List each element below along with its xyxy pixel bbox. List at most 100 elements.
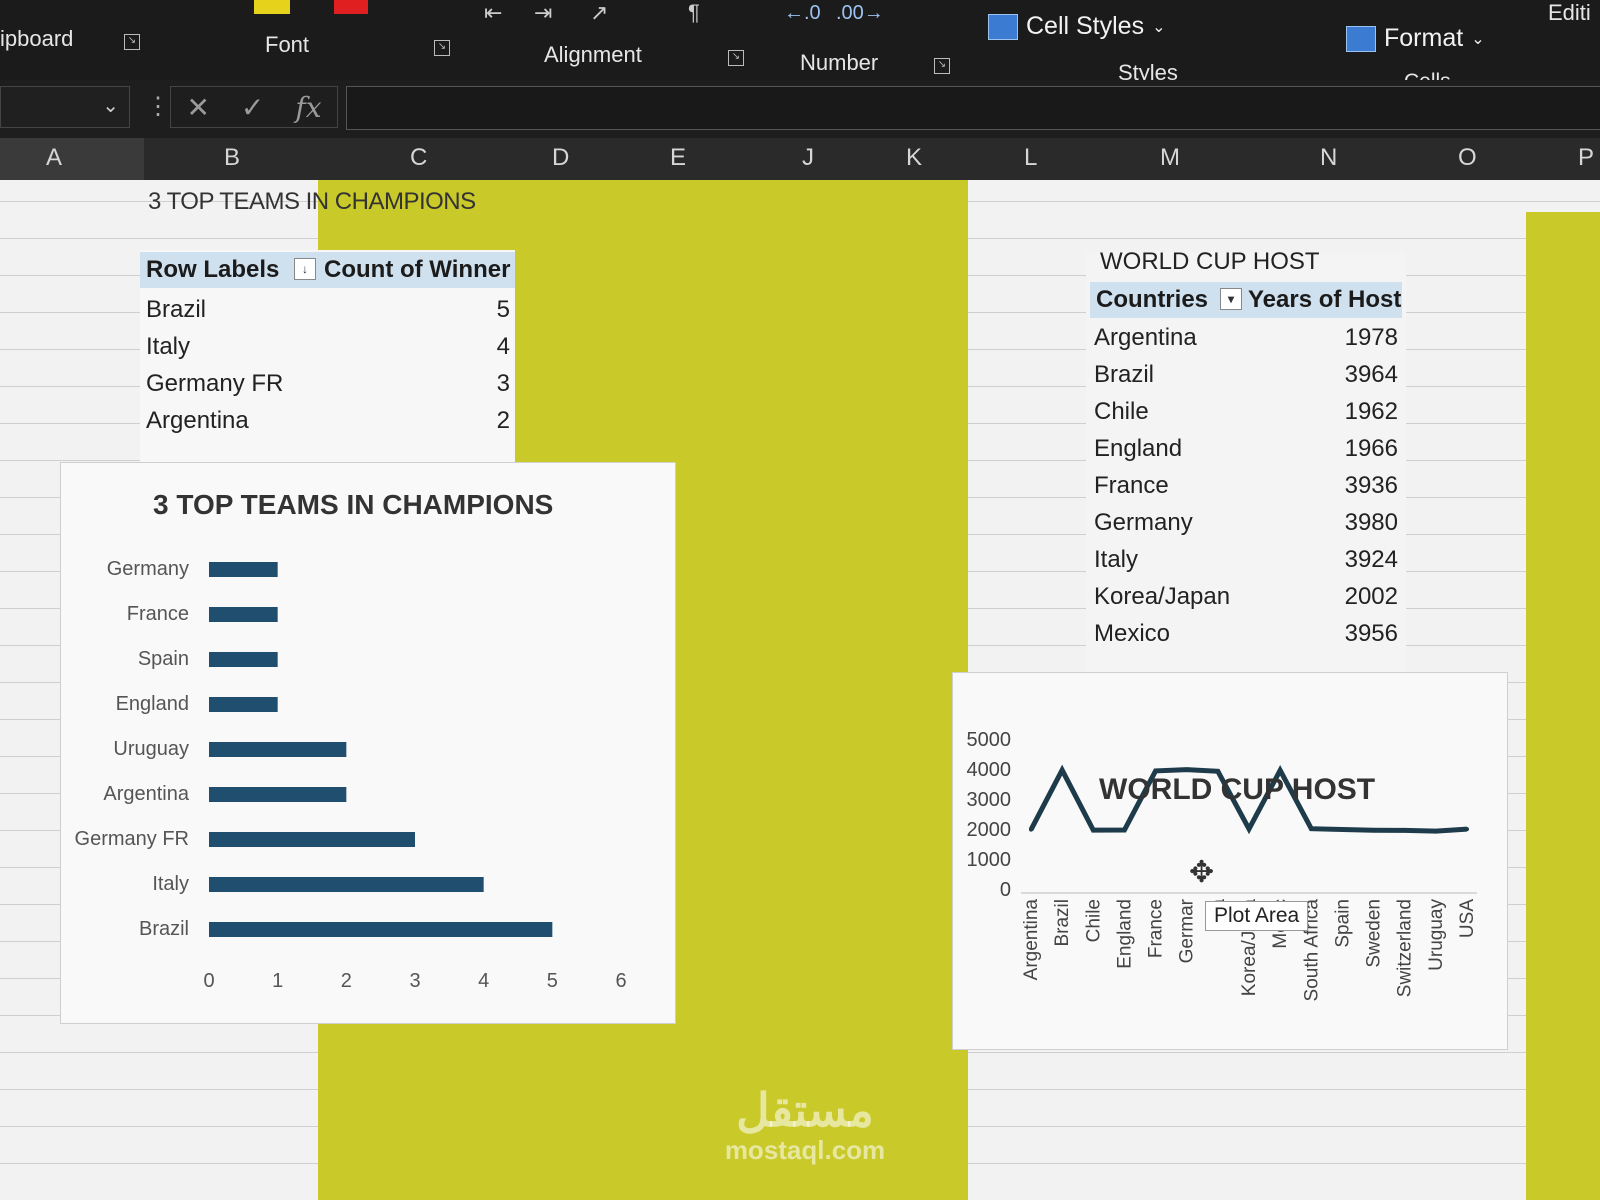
y-tick-label: 1000 [967, 849, 1012, 871]
column-header[interactable]: P [1578, 144, 1594, 172]
line-chart-world-cup-host[interactable]: 5000 4000 3000 2000 1000 0 Argentina Brazil Chil… [952, 672, 1508, 1050]
pivot-row-label[interactable]: England [1094, 435, 1182, 463]
column-header[interactable]: O [1458, 144, 1477, 172]
more-options-icon[interactable]: ⋮ [146, 92, 170, 121]
pivot-row-label[interactable]: Mexico [1094, 620, 1170, 648]
bar[interactable] [209, 922, 553, 937]
pivot-row-label[interactable]: Argentina [1094, 324, 1197, 352]
decrease-decimal-icon[interactable]: ←.0 [784, 2, 821, 25]
pivot-header-row: Countries ▾ Years of Host [1090, 282, 1402, 318]
x-category-label: Brazil [1052, 899, 1073, 947]
pivot-row-label[interactable]: Korea/Japan [1094, 583, 1230, 611]
x-category-label: Germar [1177, 898, 1198, 963]
data-point[interactable] [1465, 827, 1469, 832]
pivot-row-value[interactable]: 3936 [1318, 472, 1398, 500]
decrease-indent-icon[interactable]: ⇤ [484, 0, 502, 26]
bar[interactable] [209, 787, 347, 802]
y-tick-label: 5000 [967, 729, 1012, 751]
bar-chart-champions[interactable]: 3 TOP TEAMS IN CHAMPIONS Germany France Sp… [60, 462, 676, 1024]
pivot-row-value[interactable]: 3 [430, 370, 510, 398]
pivot-row-value[interactable]: 4 [430, 333, 510, 361]
orientation-icon[interactable]: ↗ [590, 0, 608, 26]
cell-styles-icon [988, 13, 1018, 40]
data-point[interactable] [1340, 827, 1345, 832]
move-cursor-icon: ✥ [1189, 856, 1215, 889]
clipboard-launcher-icon[interactable]: ↘ [124, 34, 140, 50]
x-category-label: France [1146, 899, 1167, 958]
column-header[interactable]: N [1320, 144, 1337, 172]
chevron-down-icon: ⌄ [1471, 30, 1485, 48]
pivot-row-label[interactable]: Chile [1094, 398, 1149, 426]
chevron-down-icon[interactable]: ⌄ [102, 93, 119, 118]
cancel-icon[interactable]: ✕ [186, 91, 209, 124]
alignment-launcher-icon[interactable]: ↘ [728, 50, 744, 66]
data-point[interactable] [1091, 828, 1096, 833]
data-point[interactable] [1433, 829, 1438, 834]
pivot-row-value[interactable]: 2002 [1318, 583, 1398, 611]
font-launcher-icon[interactable]: ↘ [434, 40, 450, 56]
bar[interactable] [209, 652, 278, 667]
group-font-label: Font [265, 32, 310, 57]
filter-dropdown-icon[interactable]: ↓ [294, 258, 316, 280]
pivot-row-label[interactable]: Italy [146, 333, 190, 361]
formula-input[interactable] [346, 86, 1600, 130]
pivot-row-value[interactable]: 3956 [1318, 620, 1398, 648]
bar[interactable] [209, 877, 484, 892]
bar[interactable] [209, 607, 278, 622]
column-header[interactable]: C [410, 144, 427, 172]
pivot-row-label[interactable]: Italy [1094, 546, 1138, 574]
number-launcher-icon[interactable]: ↘ [934, 58, 950, 74]
column-header[interactable]: M [1160, 144, 1180, 172]
format-button[interactable]: Format ⌄ [1346, 24, 1485, 53]
enter-icon[interactable]: ✓ [241, 91, 264, 124]
data-point[interactable] [1122, 828, 1127, 833]
pivot-row-value[interactable]: 3964 [1318, 361, 1398, 389]
cell-styles-button[interactable]: Cell Styles ⌄ [988, 12, 1166, 41]
data-point[interactable] [1060, 768, 1065, 773]
x-category-label: Argentina [1021, 899, 1042, 981]
text-direction-icon[interactable]: ¶ [688, 0, 700, 26]
pivot-row-value[interactable]: 1962 [1318, 398, 1398, 426]
pivot-row-value[interactable]: 3924 [1318, 546, 1398, 574]
highlight-color-icon[interactable] [254, 0, 290, 14]
column-header[interactable]: A [46, 144, 62, 172]
name-box[interactable]: ⌄ [0, 86, 130, 128]
bar[interactable] [209, 697, 278, 712]
font-color-icon[interactable] [334, 0, 368, 14]
pivot-row-label[interactable]: Brazil [146, 296, 206, 324]
data-point[interactable] [1247, 826, 1251, 831]
x-category-label: Chile [1083, 899, 1104, 942]
pivot-row-label[interactable]: Argentina [146, 407, 249, 435]
column-header[interactable]: E [670, 144, 686, 172]
bar[interactable] [209, 562, 278, 577]
column-header[interactable]: J [802, 144, 814, 172]
bar[interactable] [209, 742, 347, 757]
data-point[interactable] [1029, 827, 1033, 832]
pivot-row-label[interactable]: France [1094, 472, 1169, 500]
increase-indent-icon[interactable]: ⇥ [534, 0, 552, 26]
column-header[interactable]: L [1024, 144, 1037, 172]
pivot-row-label[interactable]: Germany FR [146, 370, 283, 398]
data-point[interactable] [1309, 826, 1314, 831]
pivot-row-value[interactable]: 1978 [1318, 324, 1398, 352]
data-point[interactable] [1278, 768, 1283, 773]
column-header[interactable]: K [906, 144, 922, 172]
pivot-row-label[interactable]: Germany [1094, 509, 1193, 537]
pivot-row-label[interactable]: Brazil [1094, 361, 1154, 389]
bar-chart-plot: Germany France Spain England Uruguay Argentin… [75, 558, 627, 992]
category-label: Uruguay [113, 738, 189, 760]
increase-decimal-icon[interactable]: .00→ [836, 2, 884, 25]
filter-dropdown-icon[interactable]: ▾ [1220, 288, 1242, 310]
bar[interactable] [209, 832, 415, 847]
column-header[interactable]: D [552, 144, 569, 172]
host-table-title: WORLD CUP HOST [1100, 248, 1320, 275]
pivot-row-value[interactable]: 1966 [1318, 435, 1398, 463]
insert-function-button[interactable]: fx [295, 91, 321, 124]
pivot-row-value[interactable]: 5 [430, 296, 510, 324]
data-point[interactable] [1371, 828, 1376, 833]
data-point[interactable] [1184, 767, 1189, 772]
pivot-row-value[interactable]: 2 [430, 407, 510, 435]
column-header[interactable]: B [224, 144, 240, 172]
pivot-row-value[interactable]: 3980 [1318, 509, 1398, 537]
data-point[interactable] [1402, 828, 1407, 833]
